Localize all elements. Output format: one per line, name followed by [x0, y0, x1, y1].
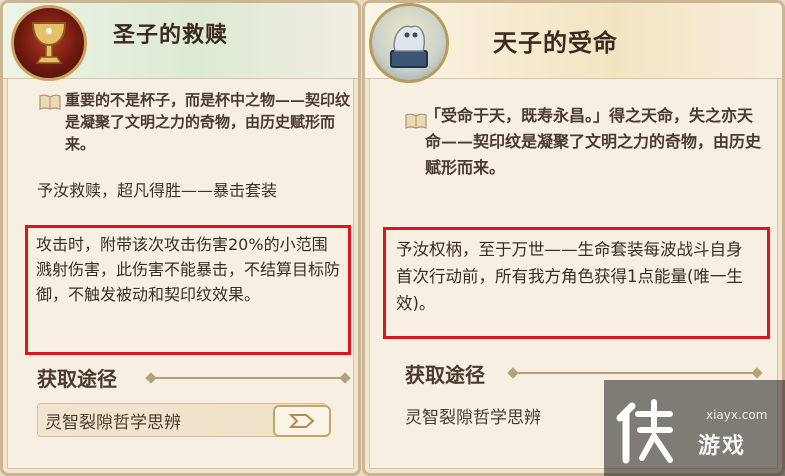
- watermark-logo: [616, 399, 673, 464]
- card-header: 圣子的救赎: [3, 3, 358, 81]
- book-icon: [39, 94, 61, 110]
- relic-card-left: 圣子的救赎 重要的不是杯子，而是杯中之物——契印纹是凝聚了文明之力的奇物，由历史…: [0, 0, 361, 476]
- card-title: 圣子的救赎: [113, 22, 229, 48]
- chalice-emblem-icon: [11, 5, 87, 81]
- book-icon: [405, 113, 427, 129]
- section-divider: [153, 377, 343, 379]
- acquire-label: 获取途径: [405, 363, 485, 387]
- flavor-description: 重要的不是杯子，而是杯中之物——契印纹是凝聚了文明之力的奇物，由历史赋形而来。: [65, 91, 351, 153]
- section-divider: [515, 372, 755, 374]
- watermark-name: 游戏: [698, 434, 747, 459]
- source-text[interactable]: 灵智裂隙哲学思辨: [405, 403, 541, 428]
- card-title: 天子的受命: [493, 28, 618, 57]
- acquire-label: 获取途径: [37, 367, 117, 391]
- card-header: 天子的受命: [365, 3, 782, 83]
- set-bonus-title: 予汝救赎，超凡得胜——暴击套装: [37, 181, 278, 200]
- set-effect-highlight: 攻击时，附带该次攻击伤害20%的小范围溅射伤害，此伤害不能暴击，不结算目标防御，…: [25, 225, 351, 355]
- arrow-right-icon: [288, 414, 315, 428]
- watermark-url: xiayx.com: [706, 408, 768, 422]
- seal-emblem-icon: [369, 3, 449, 83]
- site-watermark: xiayx.com 游戏: [604, 380, 785, 476]
- source-text: 灵智裂隙哲学思辨: [45, 413, 181, 433]
- go-to-source-button[interactable]: [273, 405, 331, 437]
- flavor-description: 「受命于天，既寿永昌。」得之天命，失之亦天命——契印纹是凝聚了文明之力的奇物，由…: [425, 106, 762, 177]
- set-effect-highlight: 予汝权柄，至于万世——生命套装每波战斗自身首次行动前，所有我方角色获得1点能量(…: [383, 227, 770, 339]
